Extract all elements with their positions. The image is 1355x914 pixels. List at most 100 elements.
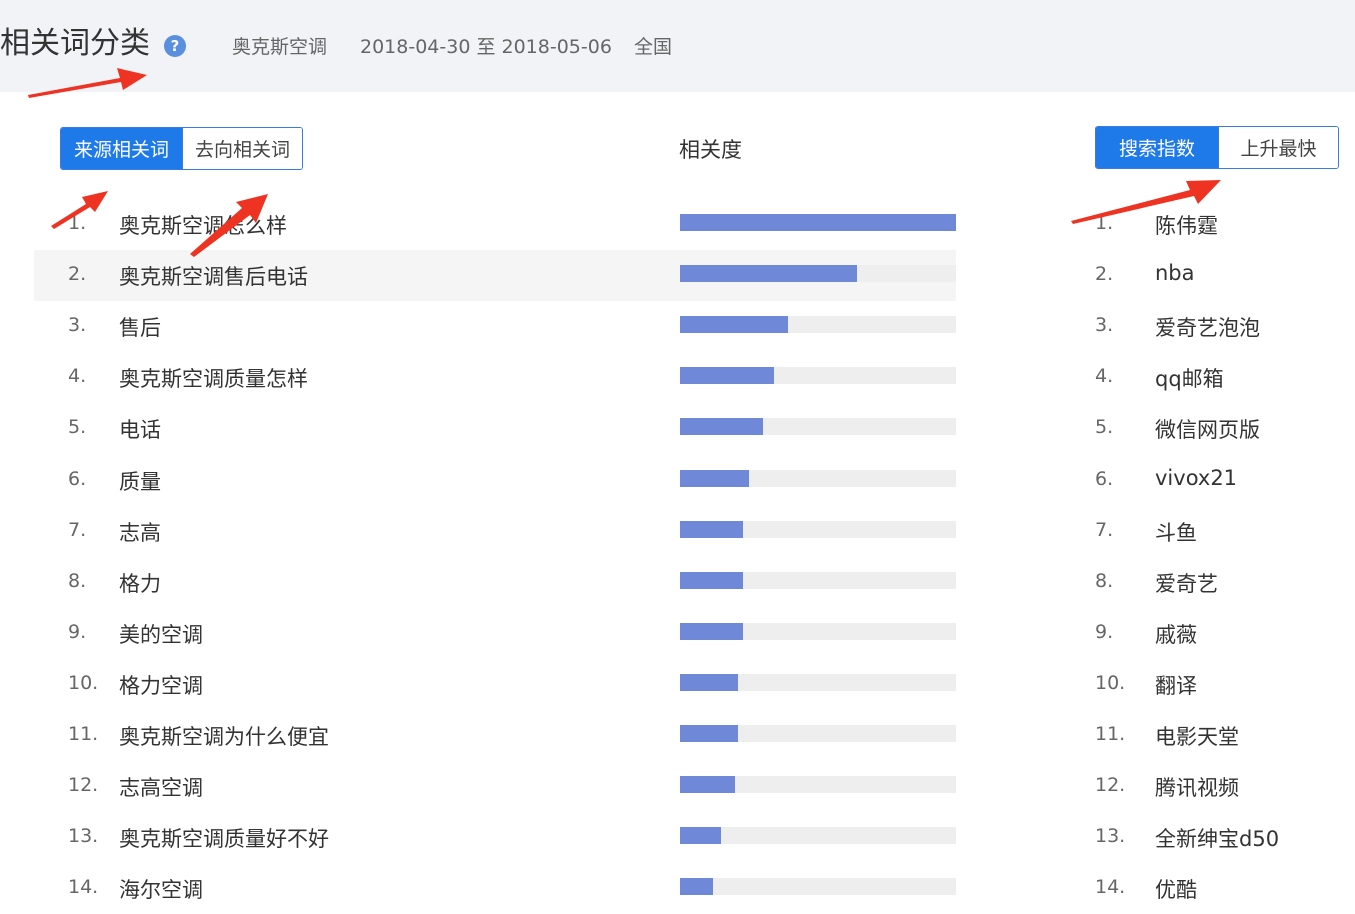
rank-number: 11. [1095, 723, 1126, 745]
related-keyword[interactable]: 奥克斯空调质量怎样 [119, 363, 308, 393]
annotation-arrow-title [28, 68, 147, 98]
related-keyword[interactable]: 奥克斯空调质量好不好 [119, 823, 329, 853]
list-item[interactable]: 10. 翻译 [1095, 659, 1345, 710]
list-item[interactable]: 11. 电影天堂 [1095, 710, 1345, 761]
search-keyword[interactable]: qq邮箱 [1155, 363, 1224, 393]
rank-number: 2. [68, 263, 87, 286]
list-item[interactable]: 5. 电话 [34, 403, 956, 454]
related-keyword[interactable]: 奥克斯空调售后电话 [119, 261, 308, 291]
rank-number: 7. [68, 518, 87, 541]
relevance-bar [680, 878, 713, 896]
search-keyword[interactable]: 电影天堂 [1155, 721, 1239, 751]
list-item[interactable]: 9. 美的空调 [34, 608, 956, 659]
relevance-bar [680, 418, 763, 436]
rank-number: 12. [1095, 774, 1126, 797]
date-range: 2018-04-30 至 2018-05-06 [360, 36, 612, 58]
list-item[interactable]: 9. 戚薇 [1095, 608, 1345, 659]
related-keyword[interactable]: 电话 [119, 414, 161, 444]
related-keyword[interactable]: 志高空调 [119, 772, 203, 802]
list-item[interactable]: 14. 优酷 [1095, 863, 1345, 914]
relevance-header: 相关度 [679, 138, 742, 162]
relevance-bar-track [680, 469, 956, 487]
search-keyword[interactable]: 爱奇艺泡泡 [1155, 312, 1260, 342]
region-label: 全国 [634, 36, 673, 58]
search-keyword[interactable]: 全新绅宝d50 [1155, 823, 1279, 853]
relevance-bar [680, 827, 721, 845]
relevance-bar-track [680, 673, 956, 691]
question-circle-icon[interactable]: ? [164, 35, 186, 57]
list-item[interactable]: 8. 格力 [34, 557, 956, 608]
rank-number: 9. [68, 620, 87, 643]
list-item[interactable]: 3. 售后 [34, 301, 956, 352]
search-keyword[interactable]: 腾讯视频 [1155, 772, 1239, 802]
relevance-bar-track [680, 725, 956, 742]
search-keyword[interactable]: 优酷 [1155, 874, 1197, 904]
search-keyword[interactable]: 微信网页版 [1155, 414, 1260, 444]
list-item[interactable]: 5. 微信网页版 [1095, 403, 1345, 454]
related-keyword[interactable]: 质量 [119, 466, 161, 496]
related-keyword[interactable]: 售后 [119, 312, 161, 342]
list-item[interactable]: 13. 全新绅宝d50 [1095, 812, 1345, 863]
rank-number: 12. [68, 774, 99, 797]
relevance-bar-track [680, 316, 956, 334]
relevance-bar-track [680, 214, 956, 231]
search-keyword[interactable]: nba [1155, 261, 1195, 285]
list-item[interactable]: 7. 斗鱼 [1095, 506, 1345, 557]
list-item[interactable]: 6. 质量 [34, 455, 956, 506]
search-keyword[interactable]: vivox21 [1155, 466, 1237, 490]
related-keyword[interactable]: 奥克斯空调为什么便宜 [119, 721, 329, 751]
list-item[interactable]: 2. nba [1095, 250, 1345, 301]
rank-number: 10. [1095, 671, 1126, 694]
tab-search-index[interactable]: 搜索指数 [1096, 127, 1218, 168]
relevance-bar-track [680, 622, 956, 640]
list-item[interactable]: 3. 爱奇艺泡泡 [1095, 301, 1345, 352]
related-keyword[interactable]: 格力空调 [119, 670, 203, 700]
rank-number: 3. [68, 314, 87, 337]
list-item[interactable]: 2. 奥克斯空调售后电话 [34, 250, 956, 302]
source-destination-toggle: 来源相关词 去向相关词 [60, 127, 303, 170]
search-keyword[interactable]: 斗鱼 [1155, 517, 1197, 547]
related-keyword[interactable]: 美的空调 [119, 619, 203, 649]
ranking-toggle: 搜索指数 上升最快 [1095, 126, 1339, 169]
list-item[interactable]: 8. 爱奇艺 [1095, 557, 1345, 608]
tab-fastest-rising[interactable]: 上升最快 [1218, 127, 1338, 168]
header-bar: 相关词分类 ? 奥克斯空调 2018-04-30 至 2018-05-06 全国 [0, 0, 1355, 92]
rank-number: 6. [68, 467, 87, 490]
list-item[interactable]: 13. 奥克斯空调质量好不好 [34, 812, 956, 863]
rank-number: 8. [68, 569, 87, 592]
list-item[interactable]: 6. vivox21 [1095, 455, 1345, 506]
rank-number: 14. [1095, 876, 1126, 899]
list-item[interactable]: 11. 奥克斯空调为什么便宜 [34, 710, 956, 761]
list-item[interactable]: 7. 志高 [34, 506, 956, 557]
tab-destination-related[interactable]: 去向相关词 [182, 128, 302, 169]
relevance-bar [680, 214, 956, 231]
search-keyword[interactable]: 翻译 [1155, 670, 1197, 700]
list-item[interactable]: 1. 奥克斯空调怎么样 [34, 199, 956, 250]
tab-source-related[interactable]: 来源相关词 [61, 128, 182, 169]
relevance-bar [680, 316, 788, 334]
rank-number: 5. [68, 416, 87, 439]
related-keyword[interactable]: 志高 [119, 517, 161, 547]
search-keyword[interactable]: 戚薇 [1155, 619, 1197, 649]
relevance-bar [680, 673, 738, 691]
list-item[interactable]: 10. 格力空调 [34, 659, 956, 710]
rank-number: 10. [68, 671, 99, 694]
rank-number: 4. [1095, 365, 1114, 388]
list-item[interactable]: 14. 海尔空调 [34, 863, 956, 914]
relevance-bar [680, 725, 738, 742]
annotation-arrow-search-index [1071, 180, 1221, 224]
rank-number: 7. [1095, 518, 1114, 541]
relevance-bar-track [680, 878, 956, 896]
list-item[interactable]: 4. 奥克斯空调质量怎样 [34, 352, 956, 403]
list-item[interactable]: 12. 志高空调 [34, 761, 956, 812]
related-keyword[interactable]: 格力 [119, 568, 161, 598]
related-keyword[interactable]: 海尔空调 [119, 874, 203, 904]
search-keyword[interactable]: 爱奇艺 [1155, 568, 1218, 598]
rank-number: 11. [68, 723, 99, 745]
list-item[interactable]: 4. qq邮箱 [1095, 352, 1345, 403]
list-item[interactable]: 12. 腾讯视频 [1095, 761, 1345, 812]
rank-number: 13. [1095, 825, 1126, 848]
annotation-arrow-destination-tab [190, 194, 268, 257]
relevance-bar-track [680, 418, 956, 436]
rank-number: 8. [1095, 569, 1114, 592]
